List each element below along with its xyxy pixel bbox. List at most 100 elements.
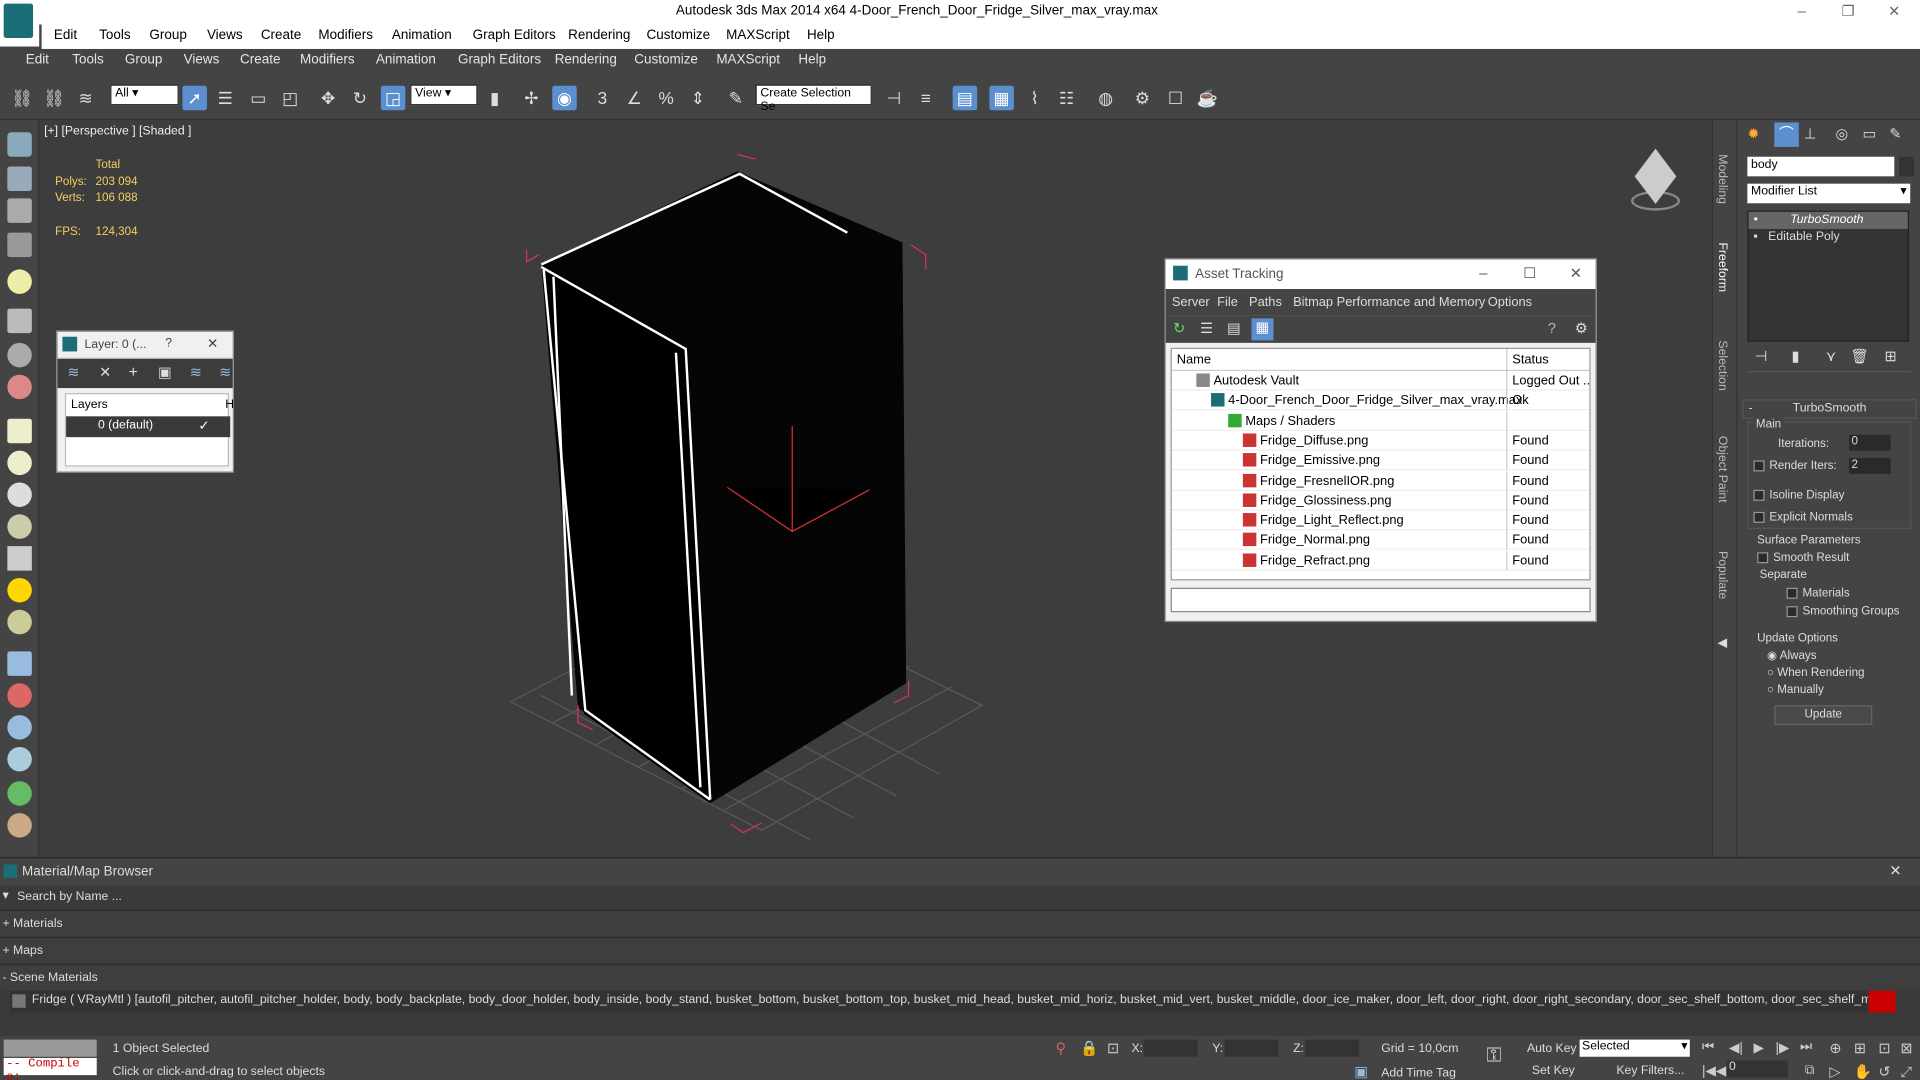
explicit-normals-checkbox[interactable]: Explicit Normals [1753, 511, 1853, 524]
show-end-result-icon[interactable]: ▮ [1791, 348, 1799, 365]
plane-icon[interactable] [7, 418, 32, 444]
isoline-checkbox[interactable]: Isoline Display [1753, 489, 1844, 502]
asset-menu-paths[interactable]: Paths [1249, 295, 1282, 310]
unlink-icon[interactable]: ⛓ [42, 86, 66, 110]
dynamics-icon[interactable] [7, 683, 32, 708]
zoom-all-icon[interactable]: ⊞ [1854, 1040, 1866, 1057]
time-tag-icon[interactable]: ▣ [1354, 1063, 1368, 1080]
stack-editable-poly[interactable]: ▪ Editable Poly [1749, 229, 1908, 246]
new-layer-icon[interactable]: ≋ [67, 364, 79, 381]
teapot-icon[interactable] [7, 132, 32, 157]
maximize-viewport-icon[interactable]: ⤢ [1900, 1063, 1912, 1080]
zoom-extents-all-icon[interactable]: ⊠ [1900, 1040, 1912, 1057]
play-icon[interactable]: ▶ [1753, 1040, 1763, 1056]
hierarchy-tab-icon[interactable]: ⊥ [1804, 125, 1817, 142]
asset-close-icon[interactable]: ✕ [1570, 264, 1582, 281]
y-coord-field[interactable] [1224, 1039, 1279, 1057]
curve-editor-icon[interactable]: ⌇ [1022, 86, 1046, 110]
asset-minimize-icon[interactable]: – [1479, 264, 1487, 281]
tab-selection[interactable]: Selection [1716, 340, 1729, 390]
camera-icon[interactable] [7, 308, 32, 334]
remove-modifier-icon[interactable]: 🗑 [1850, 348, 1869, 365]
menu2-group[interactable]: Group [125, 53, 162, 68]
menu2-rendering[interactable]: Rendering [555, 53, 617, 68]
key-mode-dropdown[interactable]: Selected ▾ [1579, 1039, 1690, 1057]
asset-row[interactable]: Fridge_FresnelIOR.png Found [1171, 470, 1590, 491]
make-unique-icon[interactable]: ⋎ [1826, 348, 1837, 365]
skylight-icon[interactable] [7, 609, 32, 635]
isolate-icon[interactable]: ⚲ [1056, 1040, 1067, 1057]
search-by-name-input[interactable]: Search by Name ... [17, 890, 122, 903]
search-options-icon[interactable]: ▾ [2, 889, 8, 902]
key-icon[interactable]: ⚿ [1487, 1046, 1502, 1068]
sun-icon[interactable] [7, 577, 32, 603]
pivot-icon[interactable]: ▮ [482, 86, 506, 110]
asset-row[interactable]: Fridge_Light_Reflect.png Found [1171, 510, 1590, 531]
time-config-icon[interactable]: ⧉ [1805, 1063, 1815, 1079]
menu-help[interactable]: Help [807, 28, 835, 43]
edit-named-sel-icon[interactable]: ✎ [724, 86, 748, 110]
menu2-customize[interactable]: Customize [634, 53, 698, 68]
add-time-tag[interactable]: Add Time Tag [1381, 1067, 1456, 1080]
rotate-icon[interactable]: ↻ [348, 86, 372, 110]
field-of-view-icon[interactable]: ▷ [1829, 1063, 1840, 1080]
select-layer-icon[interactable]: ▣ [158, 364, 172, 381]
asset-path-field[interactable] [1170, 587, 1591, 613]
menu-views[interactable]: Views [207, 28, 243, 43]
layer-manager-icon[interactable]: ▦ [989, 85, 1014, 111]
render-icon[interactable] [7, 166, 32, 192]
lock-selection-icon[interactable]: 🔒 [1080, 1040, 1098, 1057]
minimize-button[interactable]: – [1798, 2, 1806, 19]
goto-end-icon[interactable]: ⏭ [1800, 1040, 1812, 1056]
maxscript-mini-listener[interactable]: -- Compile e: [3, 1057, 97, 1080]
render-setup-icon[interactable]: ⚙ [1130, 86, 1154, 110]
menu-create[interactable]: Create [261, 28, 301, 43]
motion-tab-icon[interactable]: ◎ [1836, 125, 1849, 142]
select-by-name-icon[interactable]: ☰ [213, 86, 237, 110]
key-filters-button[interactable]: Key Filters... [1616, 1064, 1684, 1077]
expand-icon[interactable]: ▪ [1753, 230, 1757, 243]
x-coord-field[interactable] [1143, 1039, 1198, 1057]
orbit-icon[interactable]: ↺ [1878, 1063, 1890, 1080]
ribbon-collapse-icon[interactable]: ◀ [1716, 637, 1729, 650]
menu-maxscript[interactable]: MAXScript [726, 28, 790, 43]
perspective-viewport[interactable]: [+] [Perspective ] [Shaded ] Total Polys… [39, 120, 1712, 858]
render-iters-checkbox[interactable]: Render Iters: [1753, 459, 1837, 473]
list-icon[interactable] [7, 198, 32, 223]
tree-view-icon[interactable]: ▤ [1227, 320, 1241, 337]
asset-row[interactable]: Fridge_Normal.png Found [1171, 530, 1590, 551]
zoom-extents-icon[interactable]: ⊡ [1878, 1040, 1890, 1057]
particles-icon[interactable] [7, 651, 32, 676]
render-iters-spinner[interactable]: 2 [1848, 457, 1891, 474]
smooth-result-checkbox[interactable]: Smooth Result [1757, 551, 1849, 564]
maximize-button[interactable]: ❐ [1842, 2, 1855, 19]
menu-group[interactable]: Group [149, 28, 186, 43]
layer-row-default[interactable]: 0 (default) ✓ [66, 416, 231, 438]
menu2-create[interactable]: Create [240, 53, 280, 68]
menu2-animation[interactable]: Animation [376, 53, 436, 68]
menu2-maxscript[interactable]: MAXScript [716, 53, 780, 68]
refresh-icon[interactable]: ↻ [1173, 320, 1185, 337]
tab-modeling[interactable]: Modeling [1716, 154, 1729, 204]
asset-menu-file[interactable]: File [1217, 295, 1238, 310]
viewcube-icon[interactable] [1621, 148, 1690, 215]
asset-row[interactable]: 4-Door_French_Door_Fridge_Silver_max_vra… [1171, 390, 1590, 411]
asset-settings-icon[interactable]: ⚙ [1575, 320, 1588, 337]
teapot-primitive-icon[interactable] [7, 514, 32, 539]
menu2-edit[interactable]: Edit [26, 53, 49, 68]
angle-snap-icon[interactable]: ∠ [622, 86, 646, 110]
asset-maximize-icon[interactable]: ☐ [1523, 264, 1536, 281]
hair-icon[interactable] [7, 746, 32, 772]
geosphere-icon[interactable] [7, 482, 32, 507]
window-crossing-icon[interactable]: ◰ [278, 86, 302, 110]
asset-row[interactable]: Fridge_Diffuse.png Found [1171, 430, 1590, 451]
asset-menu-server[interactable]: Server [1172, 295, 1210, 310]
align-icon[interactable]: ≡ [913, 86, 937, 110]
menu-tools[interactable]: Tools [99, 28, 130, 43]
scene-material-item[interactable]: Fridge ( VRayMtl ) [autofil_pitcher, aut… [9, 990, 1896, 1013]
menu2-graph-editors[interactable]: Graph Editors [458, 53, 541, 68]
tab-populate[interactable]: Populate [1716, 551, 1729, 599]
manually-radio[interactable]: ○ Manually [1767, 683, 1824, 696]
cone-icon[interactable] [7, 546, 32, 571]
materials-group[interactable]: + Materials [2, 917, 62, 930]
